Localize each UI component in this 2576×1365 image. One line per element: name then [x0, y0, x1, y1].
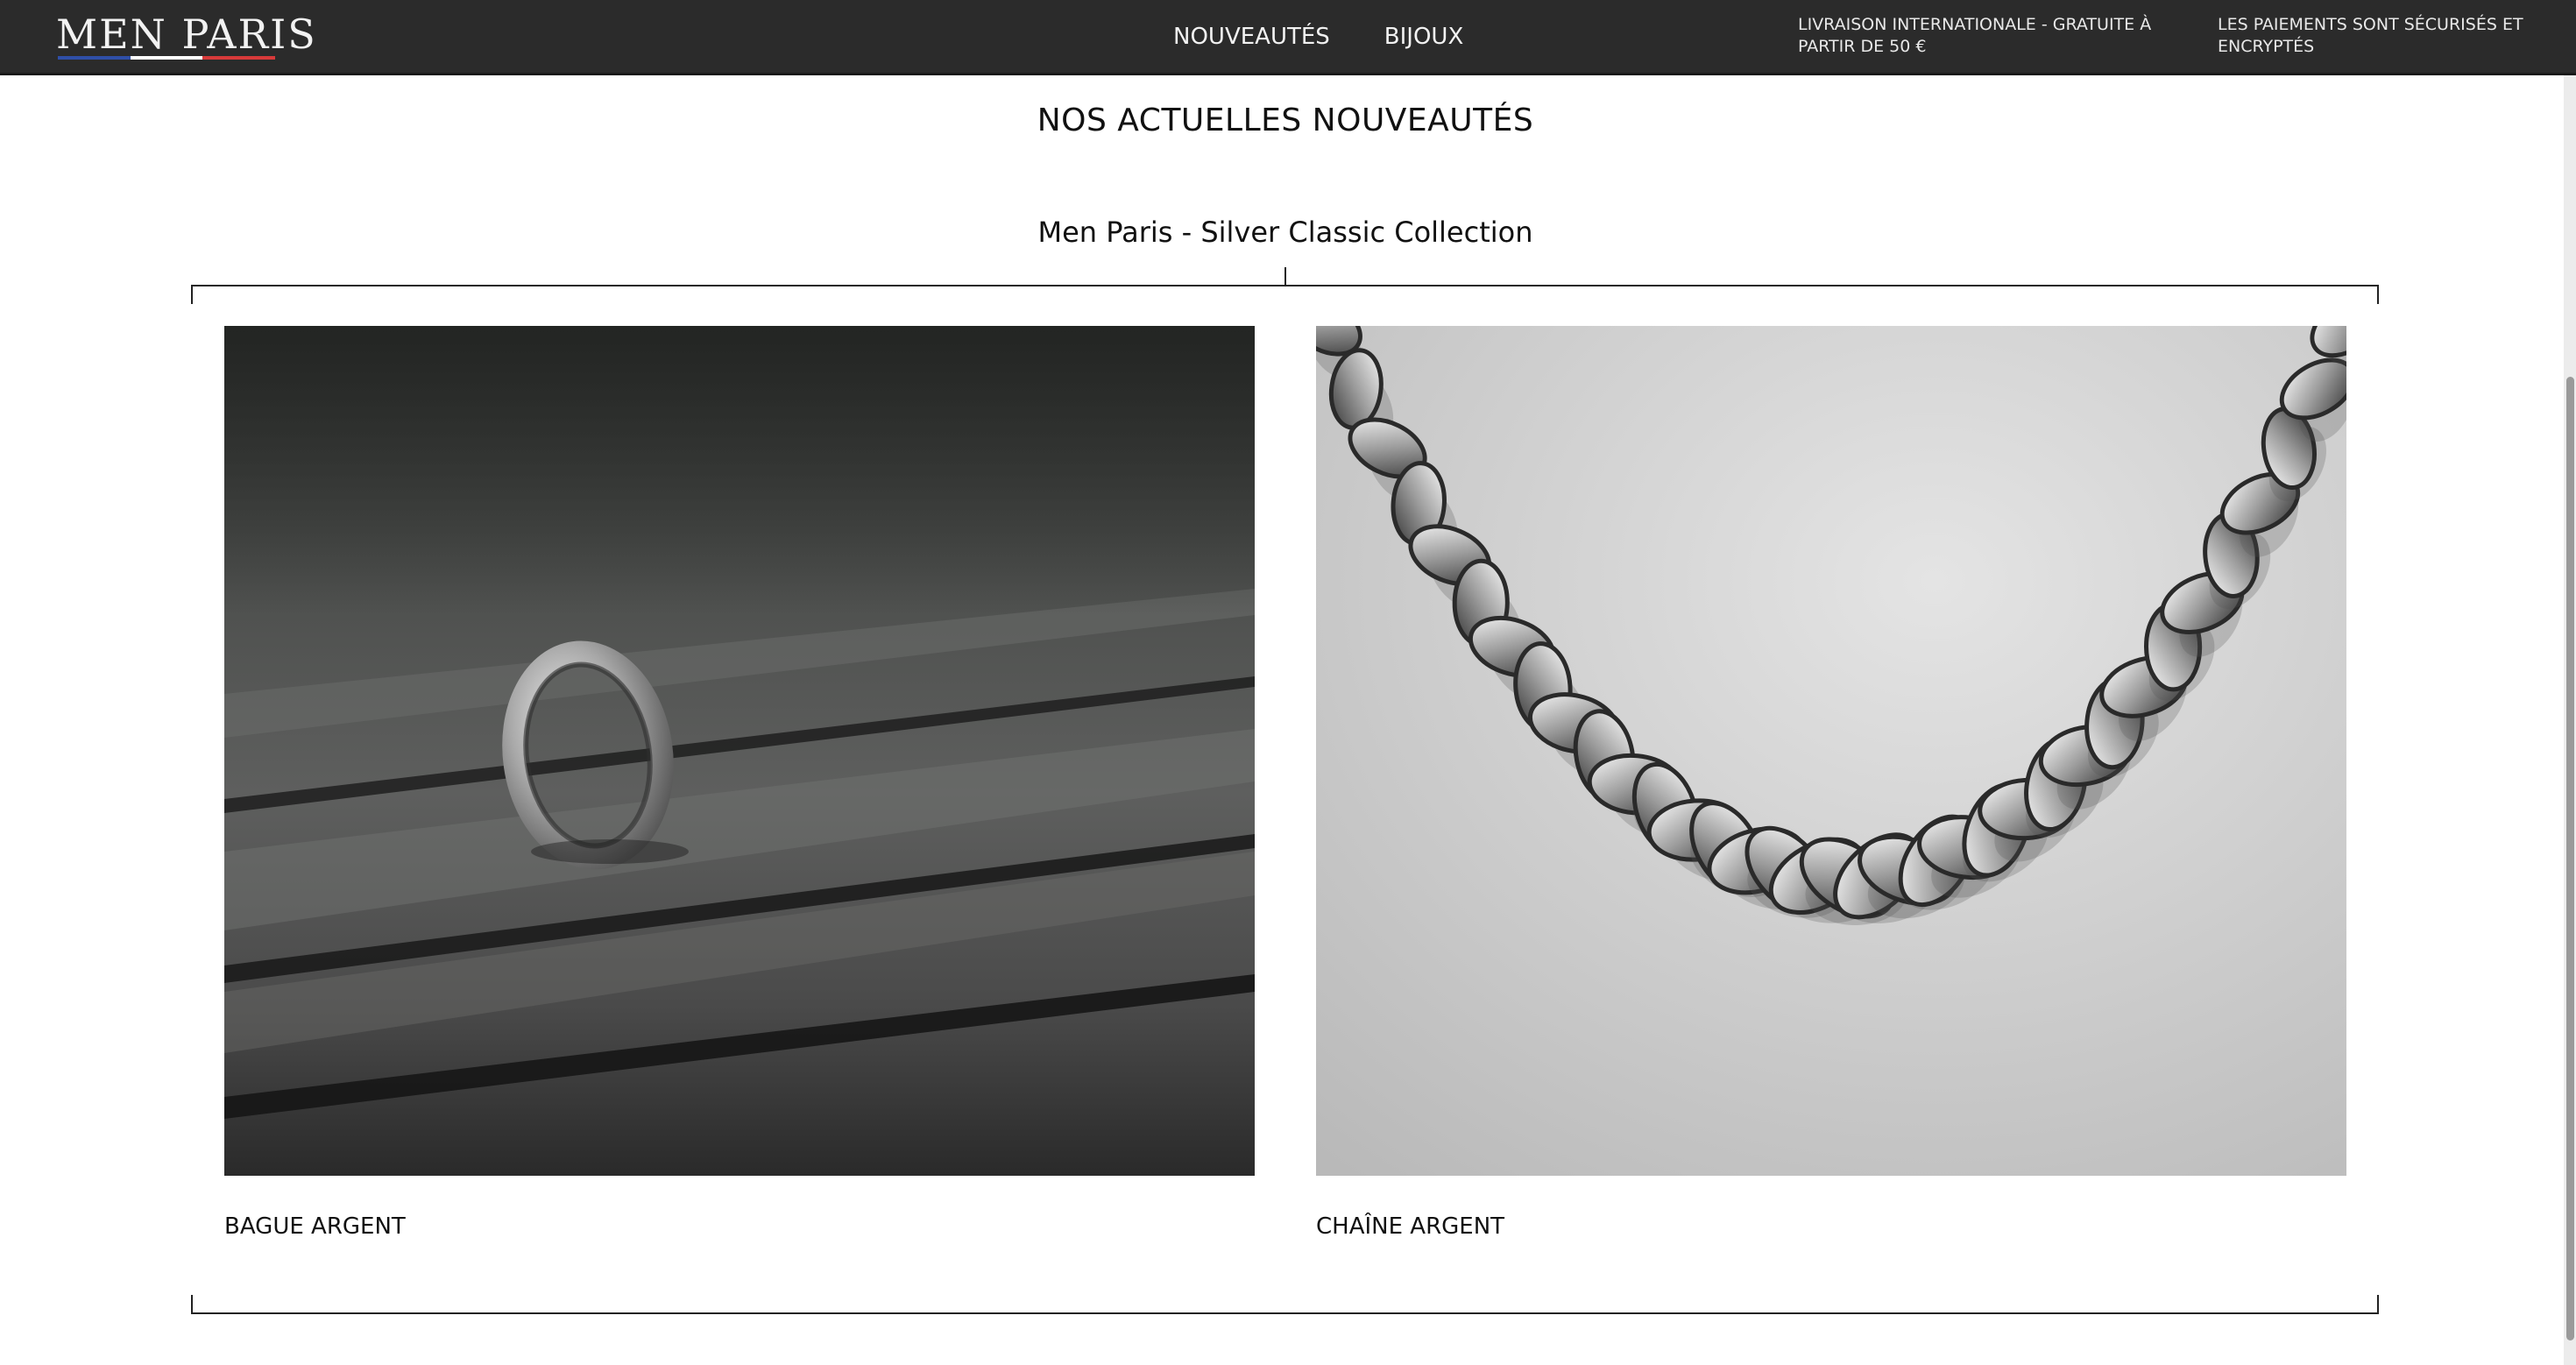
- logo-flag-stripe: [58, 56, 276, 60]
- scrollbar-thumb[interactable]: [2566, 377, 2574, 1340]
- flag-white: [130, 56, 203, 60]
- silver-ring-photo[interactable]: [224, 326, 1255, 1176]
- shipping-notice-line2: PARTIR DE 50 €: [1798, 37, 1927, 56]
- silver-chain-photo[interactable]: [1316, 326, 2346, 1176]
- shipping-notice-line1: LIVRAISON INTERNATIONALE - GRATUITE À: [1798, 15, 2152, 34]
- flag-blue: [58, 56, 131, 60]
- product-card-chain[interactable]: CHAÎNE ARGENT: [1316, 326, 2346, 1240]
- nav-item-bijoux[interactable]: BIJOUX: [1384, 19, 1463, 54]
- site-header: MEN PARIS NOUVEAUTÉS BIJOUX LIVRAISON IN…: [0, 0, 2576, 75]
- product-name-ring[interactable]: BAGUE ARGENT: [224, 1213, 406, 1241]
- page-title: NOS ACTUELLES NOUVEAUTÉS: [1037, 103, 1534, 138]
- payment-notice-line1: LES PAIEMENTS SONT SÉCURISÉS ET: [2218, 15, 2523, 34]
- product-name-chain[interactable]: CHAÎNE ARGENT: [1316, 1213, 1504, 1241]
- shipping-notice: LIVRAISON INTERNATIONALE - GRATUITE À PA…: [1798, 14, 2151, 58]
- collection-frame-bottom: [191, 1295, 2379, 1314]
- collection-frame-top: [191, 285, 2379, 304]
- flag-red: [202, 56, 276, 60]
- main-nav: NOUVEAUTÉS BIJOUX: [1173, 19, 1463, 54]
- collection-title: Men Paris - Silver Classic Collection: [1037, 216, 1533, 249]
- payment-notice-line2: ENCRYPTÉS: [2218, 37, 2315, 56]
- site-logo[interactable]: MEN PARIS: [56, 11, 317, 58]
- frame-center-tick: [1284, 267, 1286, 286]
- product-card-ring[interactable]: BAGUE ARGENT: [224, 326, 1255, 1240]
- payment-notice: LES PAIEMENTS SONT SÉCURISÉS ET ENCRYPTÉ…: [2218, 14, 2523, 58]
- nav-item-nouveautes[interactable]: NOUVEAUTÉS: [1173, 19, 1330, 54]
